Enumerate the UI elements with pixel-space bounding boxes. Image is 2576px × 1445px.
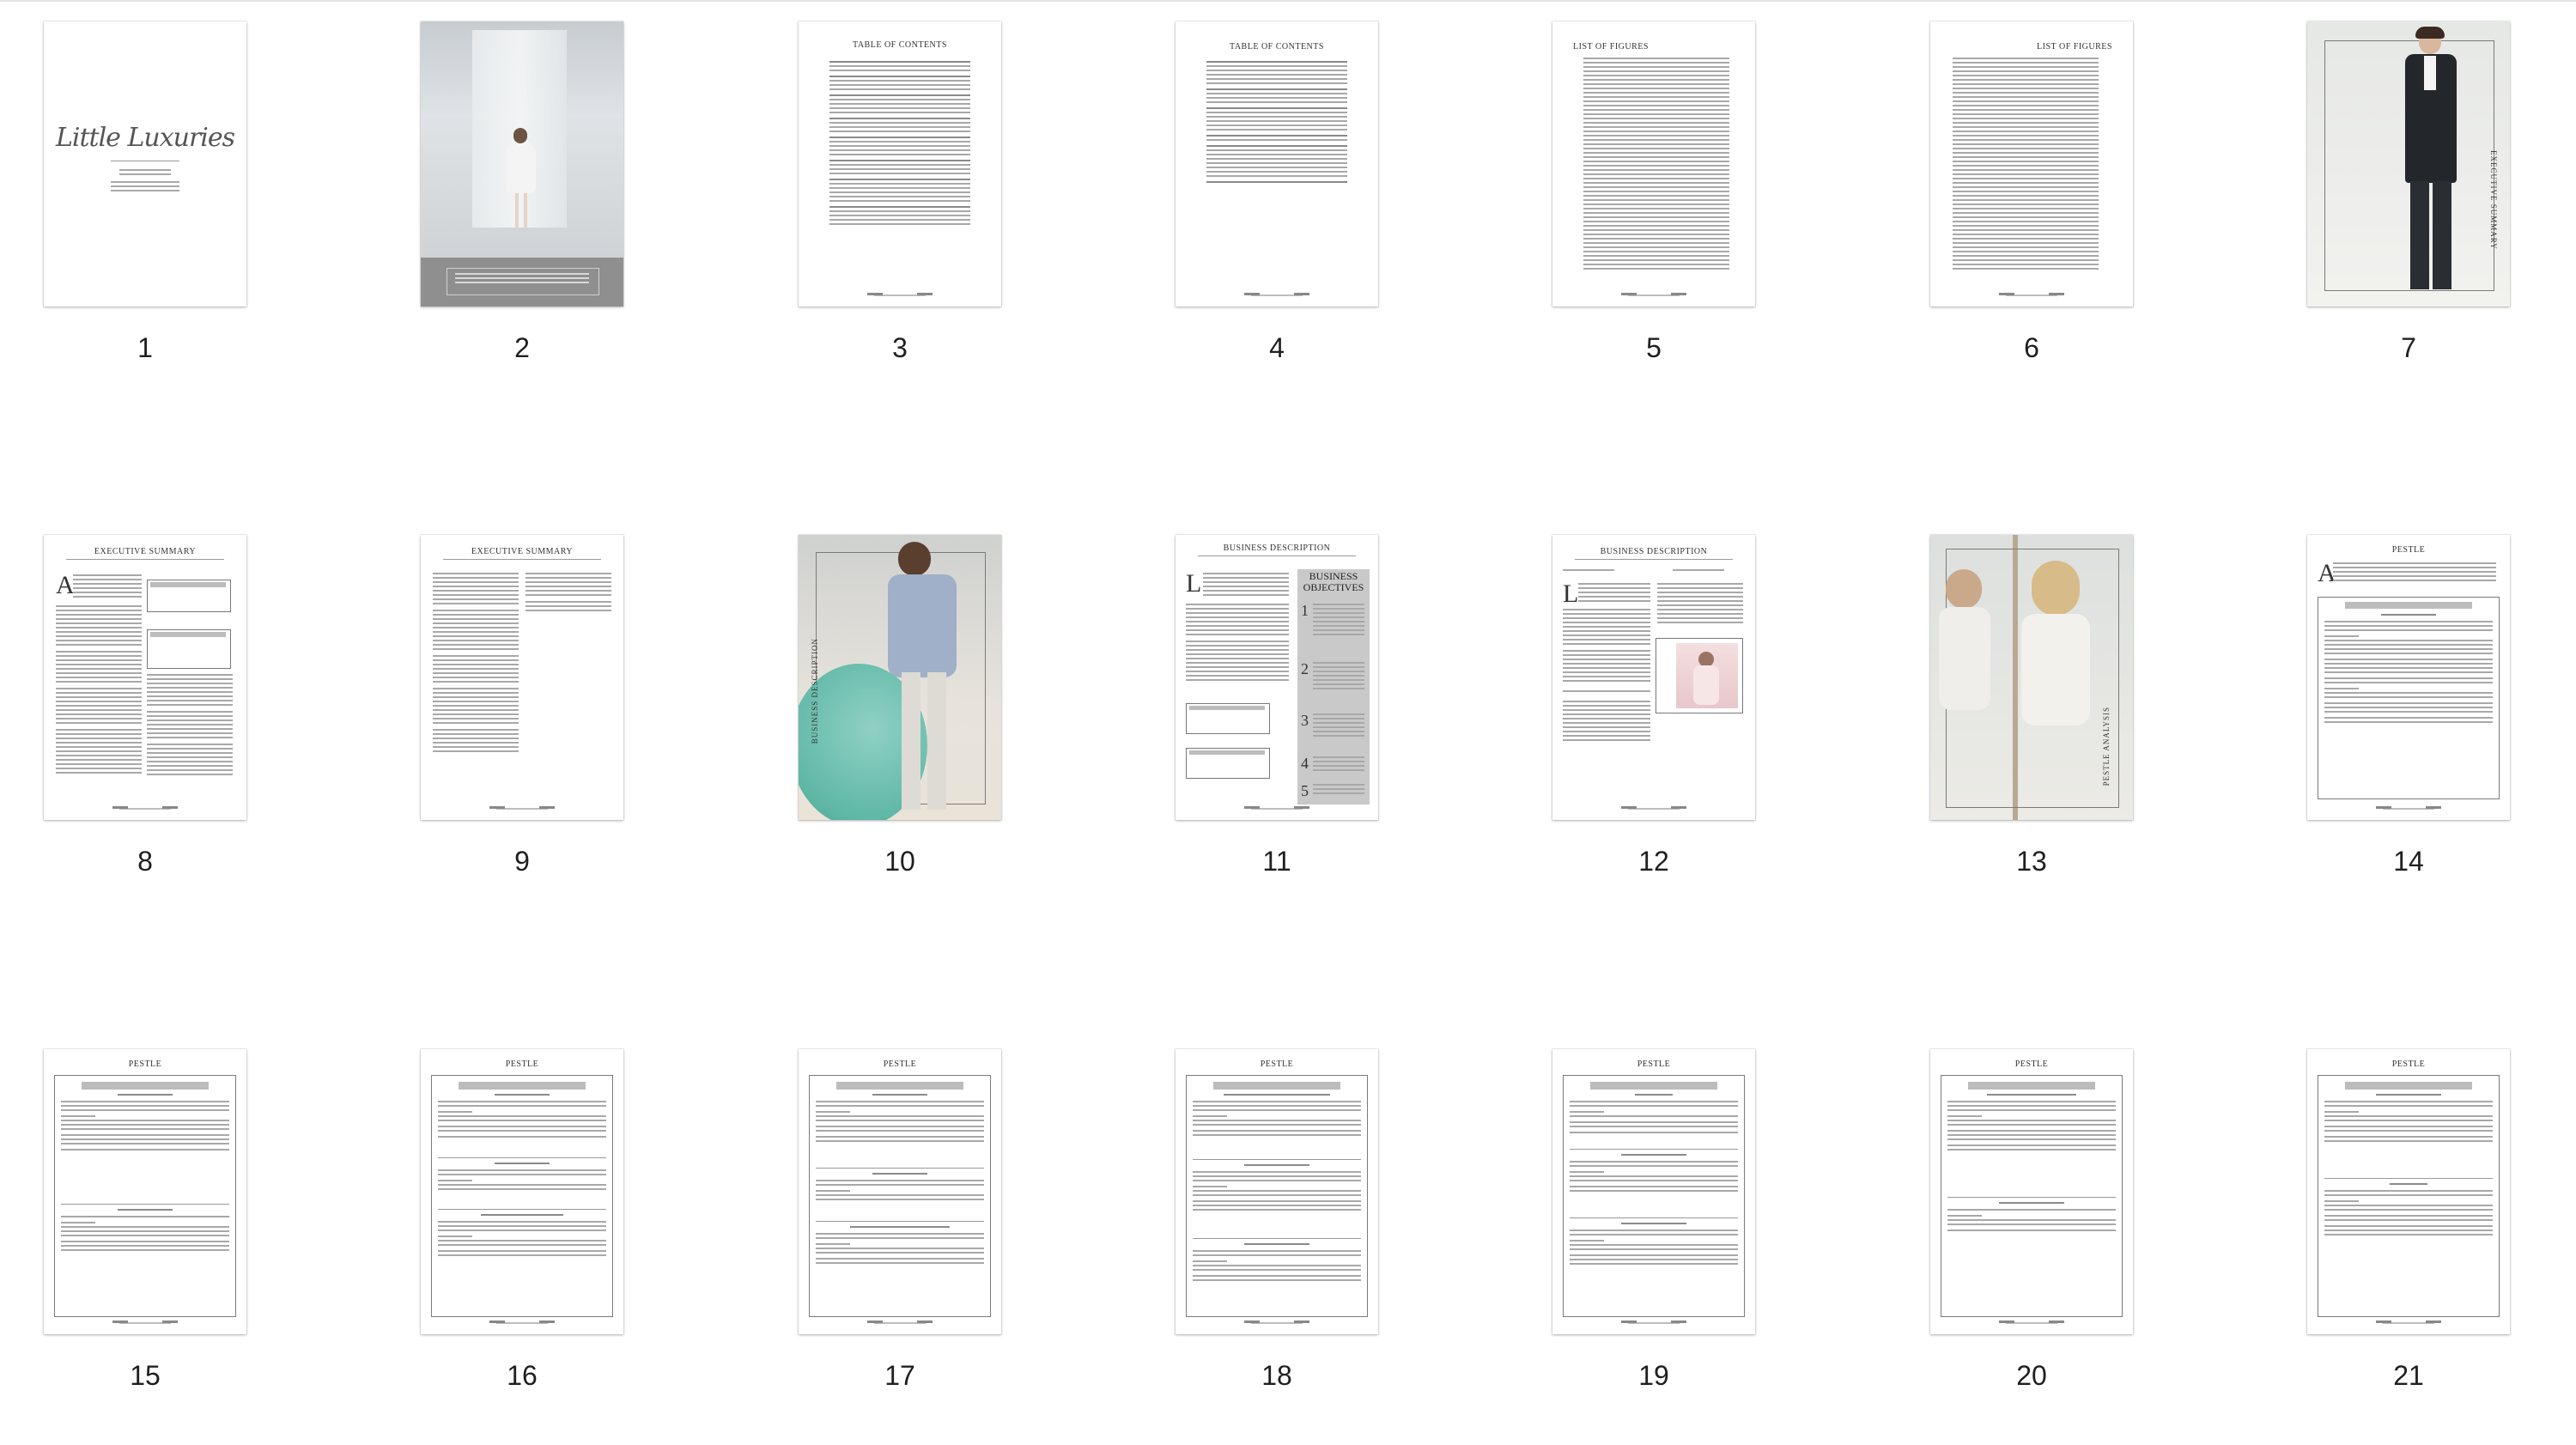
page-title: LIST OF FIGURES <box>1573 42 1649 52</box>
page-title: PESTLE <box>1260 1059 1294 1069</box>
page-preview: BUSINESS DESCRIPTION L <box>1552 535 1755 820</box>
page-preview <box>421 21 623 307</box>
page-preview: PESTLE <box>1930 1049 2133 1334</box>
page-number: 6 <box>2024 332 2039 363</box>
page-preview: PESTLE <box>799 1049 1001 1334</box>
section-photo <box>799 535 1001 820</box>
page-title: LIST OF FIGURES <box>2037 42 2112 52</box>
box-title: BUSINESS OBJECTIVES <box>1303 570 1364 593</box>
page-title: TABLE OF CONTENTS <box>1230 42 1324 52</box>
page-preview: LIST OF FIGURES <box>1552 21 1755 307</box>
page-number: 8 <box>137 846 153 877</box>
section-photo <box>2307 21 2510 307</box>
section-label: BUSINESS DESCRIPTION <box>811 638 819 744</box>
page-number: 15 <box>130 1360 161 1391</box>
page-number: 1 <box>137 332 153 363</box>
page-preview: EXECUTIVE SUMMARY <box>421 535 623 820</box>
page-title: PESTLE <box>883 1059 917 1069</box>
page-number: 5 <box>1646 332 1662 363</box>
page-thumbnail-grid: Little Luxuries 1 2 TABLE OF CONTENTS 3 … <box>0 0 2576 1445</box>
page-number: 21 <box>2393 1360 2424 1391</box>
page-title: BUSINESS DESCRIPTION <box>1600 547 1708 556</box>
page-number: 20 <box>2016 1360 2047 1391</box>
page-preview: PESTLE <box>44 1049 246 1334</box>
page-number: 11 <box>1262 846 1291 877</box>
page-preview: TABLE OF CONTENTS <box>799 21 1001 307</box>
page-title: PESTLE <box>1637 1059 1671 1069</box>
objectives-box: BUSINESS OBJECTIVES 1 2 3 4 5 <box>1297 569 1370 804</box>
page-preview: PESTLE <box>1176 1049 1378 1334</box>
page-title: PESTLE <box>2391 1059 2426 1069</box>
page-title: EXECUTIVE SUMMARY <box>471 547 574 556</box>
page-number: 19 <box>1638 1360 1669 1391</box>
page-preview: LIST OF FIGURES <box>1930 21 2133 307</box>
page-number: 2 <box>514 332 530 363</box>
section-label: PESTLE ANALYSIS <box>2102 707 2111 786</box>
page-number: 12 <box>1638 846 1669 877</box>
page-number: 13 <box>2016 846 2047 877</box>
page-preview: EXECUTIVE SUMMARY A <box>44 535 246 820</box>
page-preview: BUSINESS DESCRIPTION L BUSINESS OBJECTIV… <box>1176 535 1378 820</box>
page-number: 7 <box>2401 332 2416 363</box>
page-title: BUSINESS DESCRIPTION <box>1223 543 1331 553</box>
page-number: 14 <box>2393 846 2424 877</box>
page-preview: Little Luxuries <box>44 21 246 307</box>
page-preview: EXECUTIVE SUMMARY <box>2307 21 2510 307</box>
page-title: TABLE OF CONTENTS <box>853 40 947 50</box>
page-preview: PESTLE ANALYSIS <box>1930 535 2133 820</box>
page-number: 18 <box>1261 1360 1292 1391</box>
page-number: 3 <box>892 332 908 363</box>
page-title: PESTLE <box>2014 1059 2049 1069</box>
page-number: 9 <box>514 846 530 877</box>
page-preview: BUSINESS DESCRIPTION <box>799 535 1001 820</box>
brand-logo: Little Luxuries <box>55 123 235 153</box>
page-number: 10 <box>884 846 915 877</box>
page-preview: PESTLE A <box>2307 535 2510 820</box>
page-preview: TABLE OF CONTENTS <box>1176 21 1378 307</box>
page-title: EXECUTIVE SUMMARY <box>94 547 197 556</box>
page-preview: PESTLE <box>2307 1049 2510 1334</box>
page-preview: PESTLE <box>1552 1049 1755 1334</box>
page-title: PESTLE <box>505 1059 539 1069</box>
section-label: EXECUTIVE SUMMARY <box>2489 150 2498 250</box>
page-title: PESTLE <box>128 1059 162 1069</box>
page-number: 16 <box>507 1360 538 1391</box>
page-number: 4 <box>1269 332 1285 363</box>
page-number: 17 <box>884 1360 915 1391</box>
page-title: PESTLE <box>2391 545 2426 555</box>
cover-photo <box>421 21 623 258</box>
page-preview: PESTLE <box>421 1049 623 1334</box>
